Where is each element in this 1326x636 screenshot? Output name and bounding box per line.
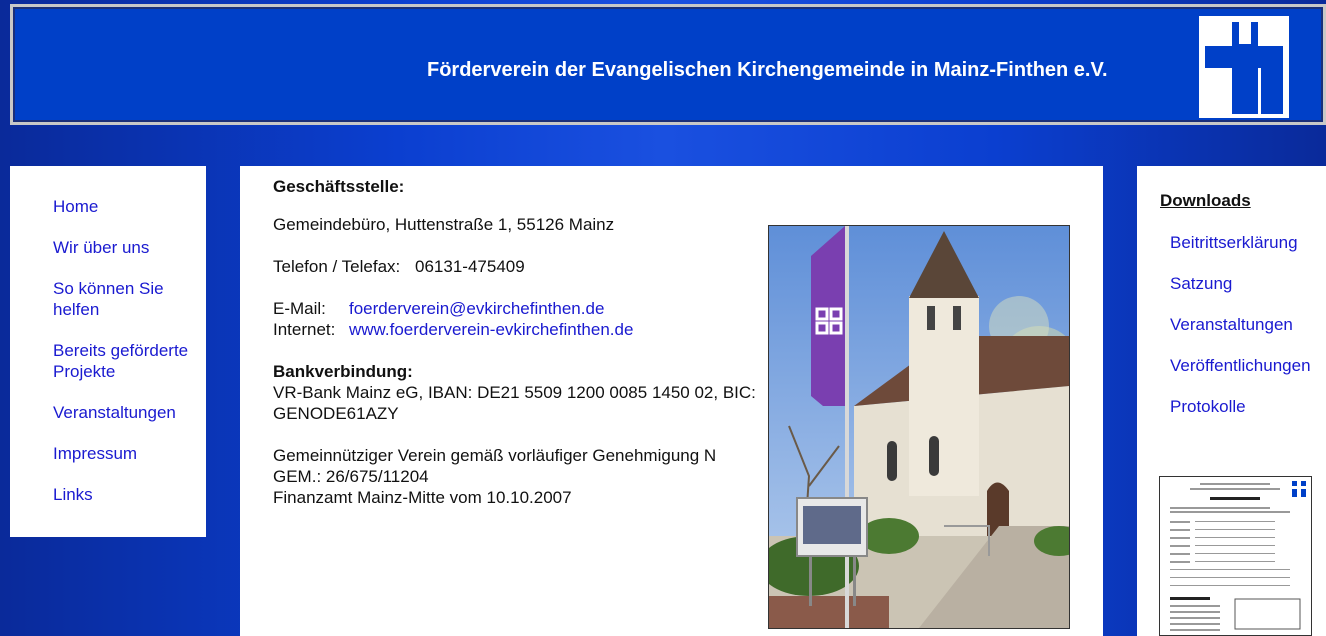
membership-form-thumbnail[interactable] bbox=[1159, 476, 1312, 636]
office-address: Gemeindebüro, Huttenstraße 1, 55126 Main… bbox=[273, 215, 615, 234]
main-content: Geschäftsstelle: Gemeindebüro, Huttenstr… bbox=[240, 166, 1103, 636]
nav-about[interactable]: Wir über uns bbox=[53, 237, 203, 258]
cross-logo-icon[interactable] bbox=[1199, 16, 1289, 118]
phone-line: Telefon / Telefax: 06131-475409 bbox=[273, 256, 525, 277]
downloads-heading: Downloads bbox=[1160, 191, 1251, 210]
office-heading: Geschäftsstelle: bbox=[273, 177, 405, 196]
bank-bic: GENODE61AZY bbox=[273, 404, 399, 423]
site-title: Förderverein der Evangelischen Kirchenge… bbox=[427, 59, 1108, 81]
email-label: E-Mail: bbox=[273, 299, 326, 318]
download-statutes[interactable]: Satzung bbox=[1170, 274, 1232, 294]
tax-office: Finanzamt Mainz-Mitte vom 10.10.2007 bbox=[273, 488, 572, 507]
nav-home[interactable]: Home bbox=[53, 196, 203, 217]
download-membership-form[interactable]: Beitrittserklärung bbox=[1170, 233, 1298, 253]
download-minutes[interactable]: Protokolle bbox=[1170, 397, 1246, 417]
site-header: Förderverein der Evangelischen Kirchenge… bbox=[10, 4, 1326, 125]
nav-imprint[interactable]: Impressum bbox=[53, 443, 203, 464]
nonprofit-note: Gemeinnütziger Verein gemäß vorläufiger … bbox=[273, 446, 717, 465]
nav-links[interactable]: Links bbox=[53, 484, 203, 505]
nav-help[interactable]: So können Sie helfen bbox=[53, 278, 183, 320]
nav-projects[interactable]: Bereits geförderte Projekte bbox=[53, 340, 203, 382]
email-link[interactable]: foerderverein@evkirchefinthen.de bbox=[349, 299, 604, 318]
church-photo bbox=[768, 225, 1070, 629]
nav-events[interactable]: Veranstaltungen bbox=[53, 402, 203, 423]
downloads-sidebar: Downloads Beitrittserklärung Satzung Ver… bbox=[1137, 166, 1326, 636]
website-link[interactable]: www.foerderverein-evkirchefinthen.de bbox=[349, 320, 633, 339]
bank-heading: Bankverbindung: bbox=[273, 362, 413, 381]
internet-line: Internet: www.foerderverein-evkirchefinth… bbox=[273, 319, 633, 340]
download-events[interactable]: Veranstaltungen bbox=[1170, 315, 1293, 335]
main-navigation: Home Wir über uns So können Sie helfen B… bbox=[10, 166, 206, 537]
download-publications[interactable]: Veröffentlichungen bbox=[1170, 356, 1311, 376]
nonprofit-number: GEM.: 26/675/11204 bbox=[273, 467, 429, 486]
bank-details: VR-Bank Mainz eG, IBAN: DE21 5509 1200 0… bbox=[273, 383, 756, 402]
phone-label: Telefon / Telefax: bbox=[273, 257, 401, 276]
email-line: E-Mail: foerderverein@evkirchefinthen.de bbox=[273, 298, 604, 319]
phone-number: 06131-475409 bbox=[415, 257, 525, 276]
internet-label: Internet: bbox=[273, 320, 336, 339]
